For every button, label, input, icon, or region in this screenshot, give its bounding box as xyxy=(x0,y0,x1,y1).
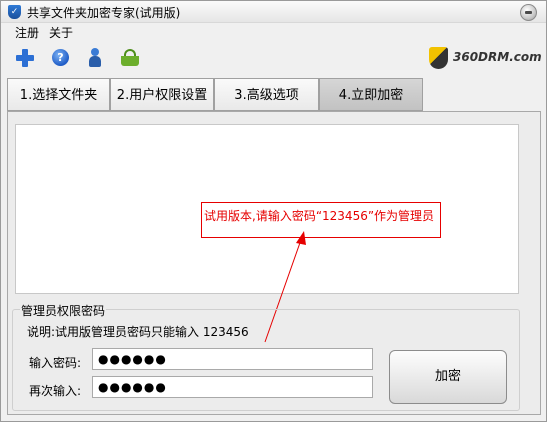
logo-text: 360DRM.com xyxy=(453,50,542,64)
menu-about[interactable]: 关于 xyxy=(49,24,73,41)
app-window: ✓ 共享文件夹加密专家(试用版) 注册 关于 ? 360DRM.com 1.选择… xyxy=(0,0,547,422)
encrypt-panel: 试用版本,请输入密码“123456”作为管理员 管理员权限密码 说明:试用版管理… xyxy=(7,111,541,415)
tab-advanced-options[interactable]: 3.高级选项 xyxy=(214,78,319,111)
brand-logo: 360DRM.com xyxy=(429,46,542,70)
trial-note: 说明:试用版管理员密码只能输入 123456 xyxy=(27,325,249,339)
menu-register[interactable]: 注册 xyxy=(15,24,39,41)
confirm-password-label: 再次输入: xyxy=(29,384,82,398)
password-field[interactable]: ●●●●●● xyxy=(92,348,373,370)
menu-bar: 注册 关于 xyxy=(1,23,546,41)
encrypt-button[interactable]: 加密 xyxy=(389,350,507,404)
logo-shield-icon xyxy=(429,47,448,69)
window-title: 共享文件夹加密专家(试用版) xyxy=(27,6,181,20)
password-label: 输入密码: xyxy=(29,356,82,370)
toolbar: ? 360DRM.com xyxy=(1,43,546,73)
close-button[interactable] xyxy=(520,4,537,21)
tab-user-permissions[interactable]: 2.用户权限设置 xyxy=(110,78,214,111)
title-bar: ✓ 共享文件夹加密专家(试用版) xyxy=(1,1,546,23)
app-shield-icon: ✓ xyxy=(8,5,21,19)
add-icon[interactable] xyxy=(16,48,36,68)
confirm-password-field[interactable]: ●●●●●● xyxy=(92,376,373,398)
user-icon[interactable] xyxy=(85,48,105,68)
help-icon[interactable]: ? xyxy=(51,48,71,68)
group-title: 管理员权限密码 xyxy=(20,302,107,319)
tab-encrypt-now[interactable]: 4.立即加密 xyxy=(319,78,423,111)
tab-select-folder[interactable]: 1.选择文件夹 xyxy=(7,78,110,111)
basket-icon[interactable] xyxy=(120,48,140,68)
